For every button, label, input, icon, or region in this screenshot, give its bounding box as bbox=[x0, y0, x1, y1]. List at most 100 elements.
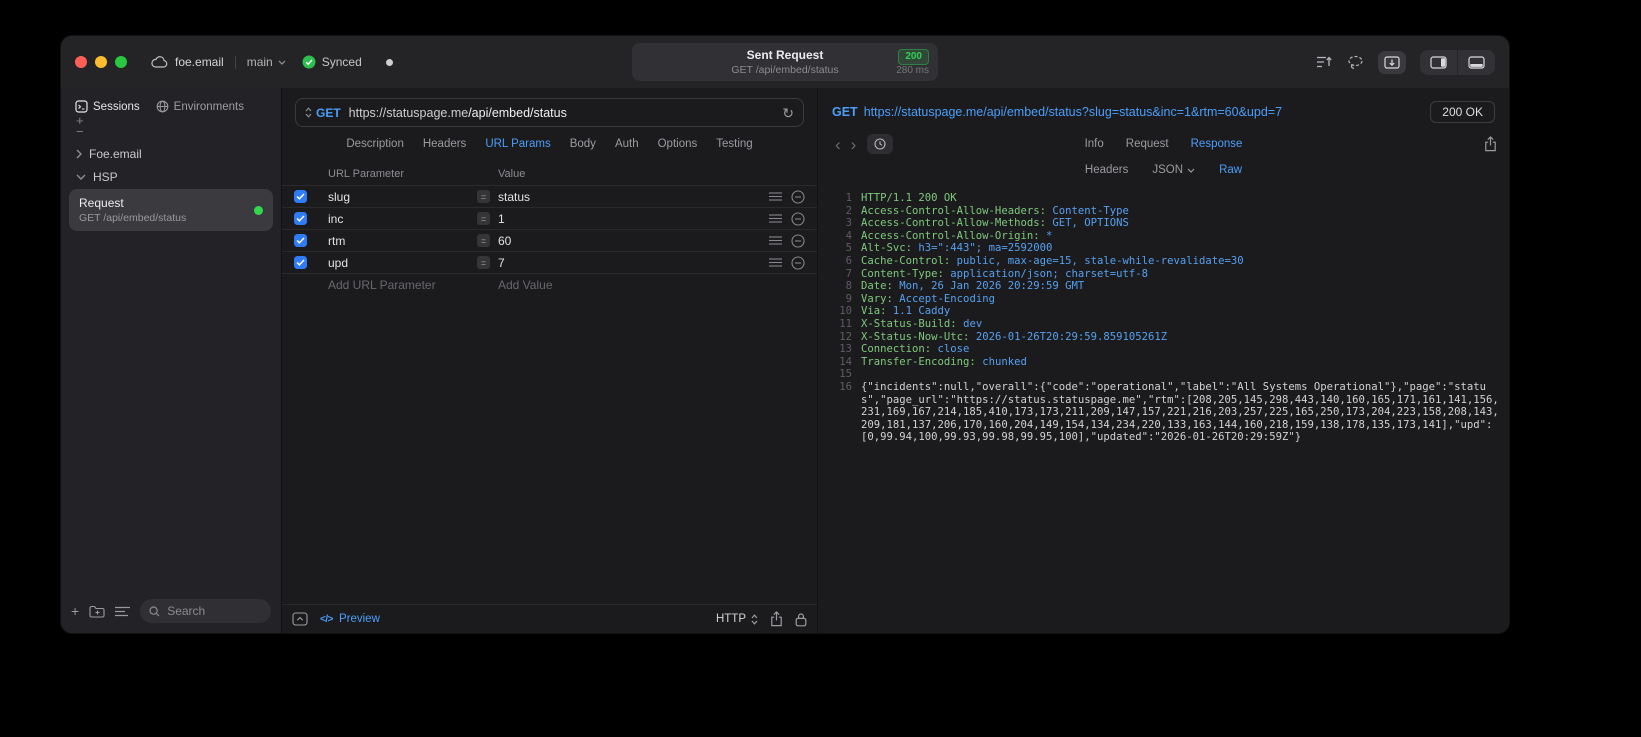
lock-icon[interactable] bbox=[795, 612, 807, 627]
export-response-button[interactable] bbox=[1484, 136, 1497, 152]
remove-param-button[interactable] bbox=[791, 211, 805, 226]
move-to-window-icon[interactable] bbox=[1378, 50, 1406, 74]
param-value[interactable]: status bbox=[498, 190, 530, 204]
updown-arrows-icon bbox=[305, 107, 312, 118]
reorder-handle-icon[interactable] bbox=[769, 236, 782, 245]
param-name[interactable]: slug bbox=[328, 190, 477, 204]
tab-environments[interactable]: Environments bbox=[156, 100, 244, 113]
url-path: /api/embed/status bbox=[468, 105, 567, 120]
tab-body[interactable]: Body bbox=[570, 138, 596, 150]
resend-button[interactable]: ↻ bbox=[782, 106, 794, 120]
subtab-json-label: JSON bbox=[1152, 164, 1184, 176]
param-name[interactable]: rtm bbox=[328, 234, 477, 248]
tab-description[interactable]: Description bbox=[346, 138, 404, 150]
main-content: Sessions Environments + − Foe.email HSP … bbox=[61, 88, 1509, 633]
code-line: 12 X-Status-Now-Utc: 2026-01-26T20:29:59.… bbox=[839, 330, 1168, 343]
tab-headers[interactable]: Headers bbox=[423, 138, 466, 150]
zoom-button[interactable] bbox=[115, 56, 127, 68]
tab-sessions[interactable]: Sessions bbox=[75, 100, 140, 113]
add-value-button[interactable]: Add Value bbox=[477, 278, 751, 292]
code-icon: </> bbox=[320, 613, 333, 625]
tab-sessions-label: Sessions bbox=[93, 100, 140, 113]
status-badge: 200 OK bbox=[1430, 100, 1495, 123]
close-button[interactable] bbox=[75, 56, 87, 68]
new-folder-button[interactable] bbox=[89, 605, 105, 618]
protocol-select[interactable]: HTTP bbox=[716, 613, 758, 625]
url-base: https://statuspage.me bbox=[348, 105, 469, 120]
expand-console-button[interactable] bbox=[292, 612, 308, 626]
param-enabled-checkbox[interactable] bbox=[294, 234, 307, 247]
reorder-handle-icon[interactable] bbox=[769, 258, 782, 267]
param-enabled-checkbox[interactable] bbox=[294, 212, 307, 225]
sessions-icon bbox=[75, 100, 88, 113]
tab-options[interactable]: Options bbox=[658, 138, 698, 150]
sidebar: Sessions Environments + − Foe.email HSP … bbox=[61, 88, 282, 633]
tab-url-params[interactable]: URL Params bbox=[485, 138, 550, 150]
sort-list-button[interactable] bbox=[115, 606, 131, 617]
request-url-bar[interactable]: GET https://statuspage.me/api/embed/stat… bbox=[295, 98, 804, 127]
minimize-button[interactable] bbox=[95, 56, 107, 68]
param-row: upd = 7 bbox=[282, 252, 817, 274]
subtab-raw[interactable]: Raw bbox=[1219, 164, 1242, 176]
param-name[interactable]: inc bbox=[328, 212, 477, 226]
param-value[interactable]: 60 bbox=[498, 234, 511, 248]
remove-param-button[interactable] bbox=[791, 189, 805, 204]
tab-testing[interactable]: Testing bbox=[716, 138, 752, 150]
param-value[interactable]: 7 bbox=[498, 256, 505, 270]
param-value[interactable]: 1 bbox=[498, 212, 505, 226]
subtab-headers[interactable]: Headers bbox=[1085, 164, 1128, 176]
chevron-down-icon bbox=[1187, 168, 1195, 173]
toggle-inspector-button[interactable] bbox=[1420, 50, 1457, 75]
add-url-parameter-button[interactable]: Add URL Parameter bbox=[328, 278, 477, 292]
remove-param-button[interactable] bbox=[791, 233, 805, 248]
preview-button[interactable]: </> Preview bbox=[320, 613, 380, 625]
sidebar-request-item[interactable]: Request GET /api/embed/status bbox=[69, 189, 273, 231]
remove-param-button[interactable] bbox=[791, 255, 805, 270]
tab-auth[interactable]: Auth bbox=[615, 138, 639, 150]
code-line: 14 Transfer-Encoding: chunked bbox=[839, 355, 1027, 368]
request-duration: 280 ms bbox=[896, 65, 929, 76]
param-add-row: Add URL Parameter Add Value bbox=[282, 274, 817, 296]
request-tabs: Description Headers URL Params Body Auth… bbox=[282, 127, 817, 160]
response-body[interactable]: 1 HTTP/1.1 200 OK 2 Access-Control-Allow-He… bbox=[818, 183, 1509, 633]
method-select[interactable]: GET bbox=[305, 106, 341, 120]
history-button[interactable] bbox=[867, 134, 894, 154]
history-back-button[interactable]: ‹ bbox=[830, 136, 846, 153]
code-line: 10 Via: 1.1 Caddy bbox=[839, 305, 951, 318]
param-enabled-checkbox[interactable] bbox=[294, 256, 307, 269]
branch-selector[interactable]: main bbox=[247, 55, 286, 69]
titlebar-actions bbox=[1316, 36, 1495, 88]
equals-icon: = bbox=[477, 190, 490, 203]
request-summary-subtitle: GET /api/embed/status bbox=[731, 64, 839, 76]
toggle-console-button[interactable] bbox=[1457, 49, 1495, 75]
reorder-handle-icon[interactable] bbox=[769, 192, 782, 201]
tab-info[interactable]: Info bbox=[1085, 138, 1104, 150]
share-button[interactable] bbox=[770, 611, 783, 627]
sort-lines-icon[interactable] bbox=[1316, 55, 1333, 69]
search-input[interactable] bbox=[165, 603, 262, 619]
param-name[interactable]: upd bbox=[328, 256, 477, 270]
param-enabled-checkbox[interactable] bbox=[294, 190, 307, 203]
tab-request[interactable]: Request bbox=[1126, 138, 1169, 150]
code-line: 6 Cache-Control: public, max-age=15, stal… bbox=[845, 254, 1244, 267]
response-section-tabs: Info Request Response bbox=[1085, 138, 1243, 150]
lasso-icon[interactable] bbox=[1347, 55, 1364, 70]
history-forward-button[interactable]: › bbox=[846, 136, 862, 153]
sent-request-summary[interactable]: Sent Request 200 GET /api/embed/status 2… bbox=[632, 43, 938, 81]
request-url[interactable]: https://statuspage.me/api/embed/status bbox=[349, 106, 567, 120]
reorder-handle-icon[interactable] bbox=[769, 214, 782, 223]
subtab-json[interactable]: JSON bbox=[1152, 164, 1195, 176]
request-pane: GET https://statuspage.me/api/embed/stat… bbox=[282, 88, 818, 633]
remove-item-button[interactable]: − bbox=[76, 125, 84, 138]
sidebar-search[interactable] bbox=[140, 599, 271, 623]
equals-icon: = bbox=[477, 212, 490, 225]
check-circle-icon bbox=[302, 55, 316, 69]
tree-group-hsp[interactable]: HSP bbox=[67, 165, 275, 188]
param-row: rtm = 60 bbox=[282, 230, 817, 252]
layout-toggle-group bbox=[1420, 49, 1495, 75]
tree-group-foe-email[interactable]: Foe.email bbox=[67, 142, 275, 165]
tab-response[interactable]: Response bbox=[1191, 138, 1243, 150]
status-code-badge: 200 bbox=[898, 49, 929, 65]
add-request-button[interactable]: + bbox=[71, 604, 79, 618]
code-line: 5 Alt-Svc: h3=":443"; ma=2592000 bbox=[845, 242, 1053, 255]
